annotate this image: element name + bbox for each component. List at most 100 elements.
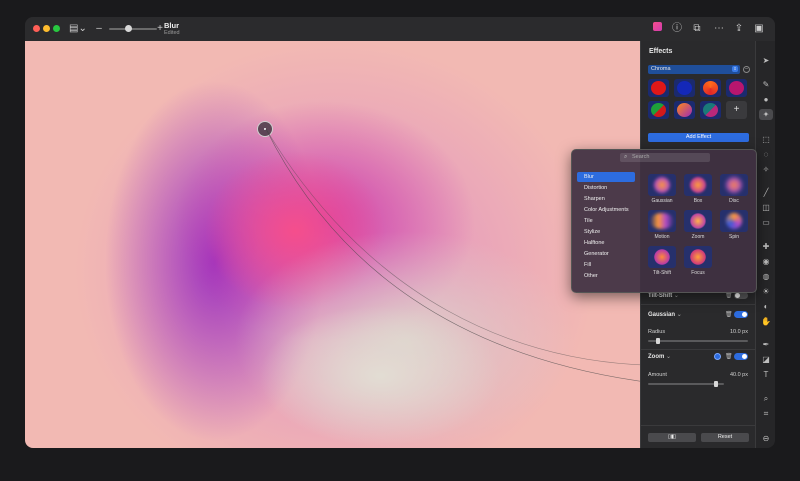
preset-swatch[interactable] bbox=[700, 101, 721, 119]
effect-tilt-shift[interactable]: Tilt-Shift ⌄ bbox=[648, 292, 679, 299]
category-blur[interactable]: Blur bbox=[577, 172, 635, 182]
thumb-label: Motion bbox=[654, 234, 670, 240]
category-distortion[interactable]: Distortion bbox=[577, 183, 635, 193]
magnifier-icon[interactable]: ⌕ bbox=[759, 393, 773, 404]
text-icon[interactable]: T bbox=[759, 369, 773, 380]
sun-icon[interactable]: ☀ bbox=[759, 286, 773, 297]
export-icon[interactable]: ⇪ bbox=[733, 22, 745, 36]
amount-slider-knob[interactable] bbox=[714, 381, 719, 387]
effect-zoom[interactable]: Zoom ⌄ bbox=[648, 353, 671, 360]
preset-swatch[interactable] bbox=[700, 79, 721, 97]
category-tile[interactable]: Tile bbox=[577, 216, 635, 226]
minimize-window-button[interactable] bbox=[43, 25, 50, 32]
effect-thumb-zoom[interactable] bbox=[684, 210, 712, 232]
thumb-label: Gaussian bbox=[651, 198, 673, 204]
crop-icon[interactable]: ⌗ bbox=[759, 408, 773, 419]
bucket-icon[interactable]: ◫ bbox=[759, 202, 773, 213]
effect-thumb-spin[interactable] bbox=[720, 210, 748, 232]
hand-icon[interactable]: ✋ bbox=[759, 316, 773, 327]
trash-icon[interactable]: 🗑 bbox=[725, 353, 733, 360]
radius-slider-track[interactable] bbox=[648, 340, 748, 342]
zoom-in-button[interactable]: + bbox=[156, 22, 164, 36]
divider bbox=[641, 349, 756, 350]
category-fill[interactable]: Fill bbox=[577, 260, 635, 270]
category-other[interactable]: Other bbox=[577, 271, 635, 281]
preset-swatch[interactable] bbox=[726, 79, 747, 97]
chevron-down-icon: ⌄ bbox=[673, 293, 679, 299]
trash-icon[interactable]: 🗑 bbox=[725, 292, 733, 299]
zoom-slider-knob[interactable] bbox=[125, 25, 132, 32]
chevron-down-icon: ⌄ bbox=[666, 354, 672, 360]
burn-icon[interactable]: ◐ bbox=[759, 301, 773, 312]
brush-icon[interactable]: ╱ bbox=[759, 187, 773, 198]
effect-thumb-gaussian[interactable] bbox=[648, 174, 676, 196]
add-preset-button[interactable]: + bbox=[726, 101, 747, 119]
search-icon: ⌕ bbox=[624, 154, 628, 160]
category-sharpen[interactable]: Sharpen bbox=[577, 194, 635, 204]
effect-thumb-tilt-shift[interactable] bbox=[648, 246, 676, 268]
eraser-icon[interactable]: ▭ bbox=[759, 217, 773, 228]
trash-icon[interactable]: 🗑 bbox=[725, 311, 733, 318]
clone-icon[interactable]: ◉ bbox=[759, 256, 773, 267]
add-effect-button[interactable]: Add Effect bbox=[648, 133, 749, 142]
zoom-out-button[interactable]: – bbox=[95, 22, 103, 36]
info-icon[interactable]: ⓘ bbox=[671, 22, 683, 36]
bandage-icon[interactable]: ✚ bbox=[759, 241, 773, 252]
image-canvas[interactable] bbox=[25, 41, 640, 448]
vector-pen-icon[interactable]: ✒ bbox=[759, 339, 773, 350]
selection-rect-icon[interactable]: ⬚ bbox=[759, 134, 773, 145]
amount-slider-track[interactable] bbox=[648, 383, 724, 385]
category-stylize[interactable]: Stylize bbox=[577, 227, 635, 237]
category-generator[interactable]: Generator bbox=[577, 249, 635, 259]
sidebar-toggle-icon[interactable]: ▤⌄ bbox=[69, 22, 87, 36]
preset-swatch[interactable] bbox=[648, 101, 669, 119]
amount-value: 40.0 px bbox=[729, 372, 748, 378]
chevron-updown-icon: ⇕ bbox=[732, 66, 738, 72]
color-drop-icon[interactable]: ● bbox=[759, 94, 773, 105]
tilt-shift-toggle[interactable] bbox=[734, 292, 748, 299]
radius-label: Radius bbox=[648, 329, 666, 335]
radius-slider-knob[interactable] bbox=[656, 338, 660, 344]
effect-thumb-box[interactable] bbox=[684, 174, 712, 196]
preset-select[interactable]: Chroma ⇕ bbox=[648, 65, 740, 74]
effect-thumb-motion[interactable] bbox=[648, 210, 676, 232]
reset-button[interactable]: Reset bbox=[701, 433, 749, 442]
preset-swatch[interactable] bbox=[648, 79, 669, 97]
preset-value: Chroma bbox=[651, 66, 671, 72]
chevron-down-icon: ⌄ bbox=[676, 312, 682, 318]
gaussian-toggle[interactable] bbox=[734, 311, 748, 318]
target-icon[interactable] bbox=[714, 353, 721, 360]
lasso-icon[interactable]: ◌ bbox=[759, 149, 773, 160]
effect-center-handle[interactable] bbox=[257, 121, 273, 137]
effect-search-field[interactable]: ⌕ Search bbox=[620, 153, 710, 162]
zoom-window-button[interactable] bbox=[53, 25, 60, 32]
share-crop-icon[interactable]: ⧉ bbox=[691, 22, 703, 36]
effect-thumb-focus[interactable] bbox=[684, 246, 712, 268]
divider bbox=[641, 425, 756, 426]
thumb-label: Spin bbox=[728, 234, 739, 240]
zoom-toggle[interactable] bbox=[734, 353, 748, 360]
zoom-out-icon[interactable]: ⊖ bbox=[759, 433, 773, 444]
effects-tool-icon[interactable]: ✦ bbox=[759, 109, 773, 120]
preset-swatch[interactable] bbox=[674, 101, 695, 119]
pen-icon[interactable]: ✎ bbox=[759, 79, 773, 90]
thumb-label: Disc bbox=[729, 198, 739, 204]
inspector-icon[interactable]: ▣ bbox=[753, 22, 765, 36]
radius-value: 10.0 px bbox=[729, 329, 748, 335]
zoom-slider-track[interactable] bbox=[109, 28, 157, 30]
effect-gaussian[interactable]: Gaussian ⌄ bbox=[648, 311, 682, 318]
effect-name: Tilt-Shift bbox=[648, 293, 673, 299]
close-window-button[interactable] bbox=[33, 25, 40, 32]
divider bbox=[641, 304, 756, 305]
preset-swatch[interactable] bbox=[674, 79, 695, 97]
effect-thumb-disc[interactable] bbox=[720, 174, 748, 196]
magic-wand-icon[interactable]: ✧ bbox=[759, 164, 773, 175]
effects-icon[interactable] bbox=[651, 22, 663, 36]
category-halftone[interactable]: Halftone bbox=[577, 238, 635, 248]
sponge-icon[interactable]: ◍ bbox=[759, 271, 773, 282]
category-color-adjustments[interactable]: Color Adjustments bbox=[577, 205, 635, 215]
compare-button[interactable]: ▯◧ bbox=[648, 433, 696, 442]
shape-icon[interactable]: ◪ bbox=[759, 354, 773, 365]
pointer-icon[interactable]: ➤ bbox=[759, 55, 773, 66]
remove-preset-button[interactable]: – bbox=[743, 66, 750, 73]
